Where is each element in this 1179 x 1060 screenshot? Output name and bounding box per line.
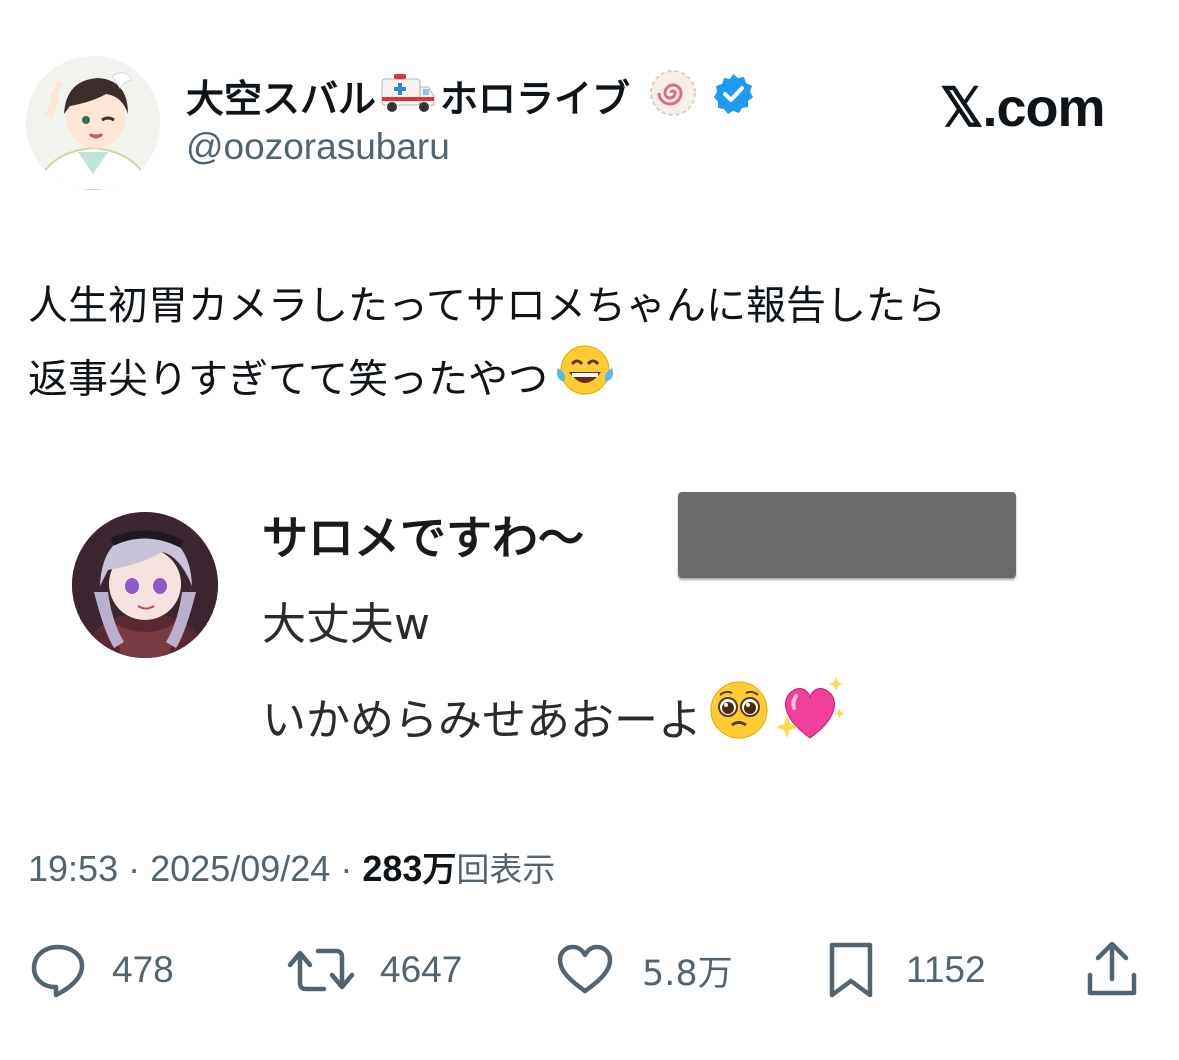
display-name-row[interactable]: 大空スバル ホロライブ (186, 68, 754, 123)
bookmark-count: 1152 (906, 949, 986, 990)
heart-icon (557, 944, 613, 994)
repost-count: 4647 (380, 949, 463, 990)
like-button[interactable]: 5.8万 (556, 930, 733, 1010)
pleading-face-icon (706, 677, 772, 754)
ambulance-icon (380, 71, 436, 119)
view-count-unit: 万 (422, 850, 457, 890)
view-count-number: 283 (362, 848, 423, 889)
avatar-illustration (26, 56, 160, 190)
tweet-time[interactable]: 19:53 (28, 848, 118, 889)
display-name-suffix[interactable]: ホロライブ (440, 68, 630, 123)
bookmark-button[interactable]: 1152 (826, 930, 986, 1010)
reply-button[interactable]: 478 (28, 930, 174, 1010)
tweet-actions-bar: 478 4647 5.8万 1152 (0, 930, 1179, 1010)
reply-count: 478 (112, 949, 174, 990)
share-button[interactable] (1084, 930, 1140, 1010)
x-brand-logo: 𝕏.com (940, 78, 1106, 138)
tears-of-joy-icon (554, 342, 616, 421)
chat-sender-name: サロメですわ〜 (262, 511, 584, 565)
meta-separator-1: · (128, 848, 141, 889)
chat-message-2: いかめらみせあおーよ (262, 694, 702, 746)
tweet-text-line-1: 人生初胃カメラしたってサロメちゃんに報告したら (28, 283, 946, 329)
tweet-meta: 19:53 · 2025/09/24 · 283万回表示 (28, 842, 555, 891)
display-name[interactable]: 大空スバル (186, 68, 376, 123)
like-count: 5.8万 (642, 953, 733, 994)
verified-badge-icon (712, 72, 754, 118)
tweet-text-line-2: 返事尖りすぎてて笑ったやつ (28, 342, 1158, 421)
tweet-media-image[interactable]: サロメですわ〜 大丈夫w いかめらみせあおーよ (28, 470, 1150, 790)
repost-icon (287, 948, 355, 992)
naruto-icon (648, 68, 698, 122)
bookmark-icon (829, 942, 873, 998)
tweet-date[interactable]: 2025/09/24 (150, 848, 330, 889)
share-icon (1087, 941, 1137, 996)
sparkling-heart-icon (774, 676, 846, 755)
redaction-bar (678, 492, 1016, 578)
profile-avatar[interactable] (26, 56, 160, 190)
user-handle[interactable]: @oozorasubaru (186, 126, 450, 168)
tweet-text-line-2-text: 返事尖りすぎてて笑ったやつ (28, 356, 548, 403)
meta-separator-2: · (340, 848, 353, 889)
view-count-label: 回表示 (456, 850, 556, 889)
reply-icon (31, 944, 85, 998)
chat-message-1: 大丈夫w (262, 599, 430, 650)
repost-button[interactable]: 4647 (286, 930, 462, 1010)
chat-sender-avatar (72, 512, 218, 658)
tweet-text: 人生初胃カメラしたってサロメちゃんに報告したら 返事尖りすぎてて笑ったやつ (28, 270, 1158, 421)
chat-message-2-row: いかめらみせあおーよ (262, 676, 846, 755)
